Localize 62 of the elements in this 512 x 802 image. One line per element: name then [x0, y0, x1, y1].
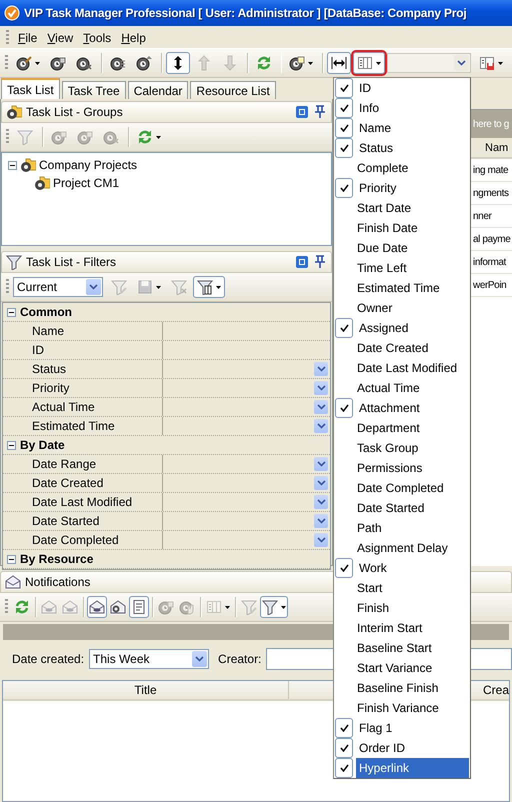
menu-item-label: Info — [358, 100, 380, 117]
menu-item-label: Assigned — [358, 320, 410, 337]
group-by-hint: here to g — [473, 118, 509, 130]
menu-item-label: Flag 1 — [358, 720, 394, 737]
property-label: Priority — [3, 379, 163, 397]
property-label: Date Last Modified — [3, 493, 163, 511]
field-label: Date created: — [12, 652, 84, 666]
field-label: Creator: — [218, 652, 262, 666]
category-label: Common — [20, 305, 72, 319]
menu-item-label: Complete — [356, 160, 410, 177]
table-cell: informat — [473, 256, 506, 268]
menu-item-label: Finish Date — [356, 220, 419, 237]
menu-item-label: Start Date — [356, 200, 412, 217]
menu-item-label: Date Last Modified — [356, 360, 458, 377]
property-label: Status — [3, 360, 163, 378]
table-cell: ing mate — [473, 164, 508, 176]
category-label: By Resource — [20, 552, 94, 566]
table-cell: nner — [473, 210, 492, 222]
property-label: Name — [3, 322, 163, 340]
menu-item-label: Path — [356, 520, 383, 537]
table-cell: ngments — [473, 188, 509, 198]
menu-item-label: Estimated Time — [356, 280, 441, 297]
property-label: ID — [3, 341, 163, 359]
property-label: Date Range — [3, 455, 163, 473]
menu-item-label: Priority — [358, 180, 398, 197]
menu-item-label: Hyperlink — [356, 758, 469, 778]
table-cell: werPoin — [473, 280, 506, 290]
menu-item-label: Status — [358, 140, 394, 157]
menu-item-label: Actual Time — [356, 380, 421, 397]
property-label: Actual Time — [3, 398, 163, 416]
menu-item-label: ID — [358, 80, 372, 97]
menu-item-label: Start Variance — [356, 660, 434, 677]
property-label: Date Started — [3, 512, 163, 530]
menu-item-label: Owner — [356, 300, 394, 317]
menu-item-label: Date Completed — [356, 480, 445, 497]
property-label: Estimated Time — [3, 417, 163, 435]
window-title: VIP Task Manager Professional [ User: Administrator ] [DataBase: Company Proj — [24, 6, 466, 20]
category-label: By Date — [20, 438, 65, 452]
menu-item-label: Name — [358, 120, 392, 137]
menu-item-label: Finish — [356, 600, 390, 617]
menu-item-label: Asignment Delay — [356, 540, 449, 557]
menu-item-label: Department — [356, 420, 421, 437]
menu-item-label: Due Date — [356, 240, 409, 257]
property-label: Date Completed — [3, 531, 163, 549]
panel-title: Task List - Groups — [26, 105, 123, 119]
menu-item-label: Finish Variance — [356, 700, 440, 717]
menu-item-label: Interim Start — [356, 620, 424, 637]
menu-item-label: Order ID — [358, 740, 406, 757]
panel-title: Task List - Filters — [26, 255, 116, 269]
menu-item-label: Baseline Start — [356, 640, 433, 657]
menu-item-label: Permissions — [356, 460, 424, 477]
menu-item-label: Time Left — [356, 260, 408, 277]
menu-item-label: Start — [356, 580, 384, 597]
menu-item-label: Baseline Finish — [356, 680, 440, 697]
menu-item-label: Date Started — [356, 500, 426, 517]
menu-item-label: Date Created — [356, 340, 430, 357]
menu-item-label: Attachment — [358, 400, 421, 417]
property-label: Date Created — [3, 474, 163, 492]
panel-title: Notifications — [25, 575, 90, 589]
menu-item-label: Work — [358, 560, 388, 577]
menu-item-label: Task Group — [356, 440, 420, 457]
table-cell: al payme — [473, 234, 510, 244]
